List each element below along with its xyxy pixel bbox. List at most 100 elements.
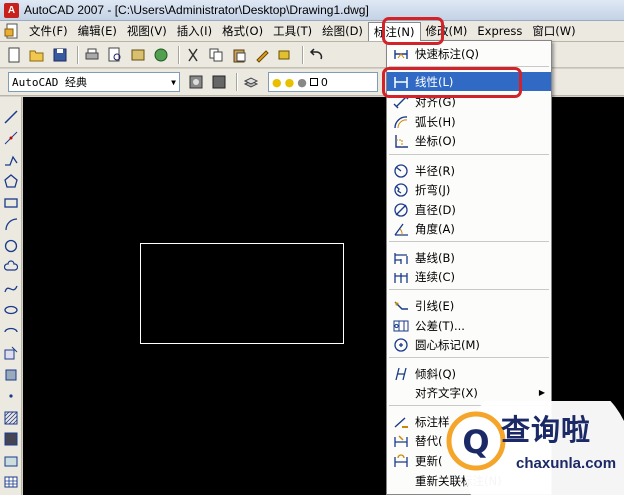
menu-item-jogged[interactable]: 折弯(J) xyxy=(387,180,551,199)
autocad-logo-icon: A xyxy=(4,2,19,18)
document-icon[interactable] xyxy=(4,23,20,39)
menu-window[interactable]: 窗口(W) xyxy=(527,21,580,41)
arc-length-icon xyxy=(392,114,410,130)
menu-item-quick-dimension[interactable]: 快速标注(Q) xyxy=(387,44,551,63)
aligned-dim-icon xyxy=(392,94,410,110)
region-icon[interactable] xyxy=(2,451,20,470)
menu-bar: 文件(F) 编辑(E) 视图(V) 插入(I) 格式(O) 工具(T) 绘图(D… xyxy=(0,21,624,42)
menu-separator xyxy=(389,357,549,358)
save-icon[interactable] xyxy=(50,45,70,65)
menu-modify[interactable]: 修改(M) xyxy=(421,21,473,41)
leader-icon xyxy=(392,298,410,314)
color-swatch-icon xyxy=(309,78,318,86)
continue-icon xyxy=(392,269,410,285)
preview-icon[interactable] xyxy=(105,45,125,65)
menu-item-align-text[interactable]: 对齐文字(X) ▶ xyxy=(387,383,551,402)
menu-item-aligned[interactable]: 对齐(G) xyxy=(387,92,551,111)
tolerance-icon xyxy=(392,318,410,334)
menu-separator xyxy=(389,289,549,290)
drawn-rectangle[interactable] xyxy=(140,243,344,344)
insert-block-icon[interactable] xyxy=(2,344,20,363)
menu-item-linear[interactable]: 线性(L) xyxy=(387,72,551,91)
toolbar-separator xyxy=(178,45,179,64)
ellipse-arc-icon[interactable] xyxy=(2,322,20,341)
menu-item-oblique[interactable]: 倾斜(Q) xyxy=(387,364,551,383)
line-icon[interactable] xyxy=(2,107,20,126)
menu-item-radius[interactable]: 半径(R) xyxy=(387,161,551,180)
menu-express[interactable]: Express xyxy=(472,22,527,40)
sun-icon: ● xyxy=(284,75,295,89)
layer-manager-icon[interactable] xyxy=(241,72,261,92)
match-properties-icon[interactable] xyxy=(252,45,272,65)
menu-item-angular[interactable]: 角度(A) xyxy=(387,219,551,238)
menu-dimension[interactable]: 标注(N) xyxy=(367,21,421,41)
point-icon[interactable] xyxy=(2,387,20,406)
menu-draw[interactable]: 绘图(D) xyxy=(317,21,368,41)
draw-toolbar xyxy=(0,97,22,495)
revision-cloud-icon[interactable] xyxy=(2,258,20,277)
workspace-settings-icon[interactable] xyxy=(186,72,206,92)
arc-icon[interactable] xyxy=(2,215,20,234)
new-file-icon[interactable] xyxy=(4,45,24,65)
workspace-save-icon[interactable] xyxy=(209,72,229,92)
linear-dim-icon xyxy=(392,74,410,90)
menu-separator xyxy=(389,66,549,67)
quick-dim-icon xyxy=(392,46,410,62)
block-editor-icon[interactable] xyxy=(275,45,295,65)
menu-item-ordinate[interactable]: 坐标(O) xyxy=(387,131,551,150)
polyline-icon[interactable] xyxy=(2,150,20,169)
print-icon[interactable] xyxy=(82,45,102,65)
oblique-icon xyxy=(392,366,410,382)
ellipse-icon[interactable] xyxy=(2,301,20,320)
menu-insert[interactable]: 插入(I) xyxy=(172,21,217,41)
menu-separator xyxy=(389,154,549,155)
baseline-icon xyxy=(392,250,410,266)
title-bar: A AutoCAD 2007 - [C:\Users\Administrator… xyxy=(0,0,624,21)
watermark: Q 查询啦 chaxunla.com xyxy=(446,401,624,495)
menu-view[interactable]: 视图(V) xyxy=(122,21,172,41)
menu-tools[interactable]: 工具(T) xyxy=(268,21,317,41)
menu-item-baseline[interactable]: 基线(B) xyxy=(387,248,551,267)
publish-icon[interactable] xyxy=(128,45,148,65)
center-mark-icon xyxy=(392,337,410,353)
menu-separator xyxy=(389,241,549,242)
polygon-icon[interactable] xyxy=(2,172,20,191)
jogged-icon xyxy=(392,182,410,198)
angular-icon xyxy=(392,221,410,237)
hatch-icon[interactable] xyxy=(2,408,20,427)
update-icon xyxy=(392,453,410,469)
watermark-text: 查询啦 xyxy=(501,413,592,447)
menu-item-arc-length[interactable]: 弧长(H) xyxy=(387,112,551,131)
workspace-value: AutoCAD 经典 xyxy=(12,76,87,89)
menu-file[interactable]: 文件(F) xyxy=(24,21,73,41)
menu-item-leader[interactable]: 引线(E) xyxy=(387,296,551,315)
paste-icon[interactable] xyxy=(229,45,249,65)
menu-item-tolerance[interactable]: 公差(T)... xyxy=(387,316,551,335)
table-icon[interactable] xyxy=(2,473,20,492)
circle-icon[interactable] xyxy=(2,236,20,255)
radius-icon xyxy=(392,163,410,179)
copy-icon[interactable] xyxy=(206,45,226,65)
workspace-select[interactable]: AutoCAD 经典 ▼ xyxy=(8,72,180,92)
rectangle-icon[interactable] xyxy=(2,193,20,212)
override-icon xyxy=(392,433,410,449)
cut-icon[interactable] xyxy=(183,45,203,65)
menu-item-diameter[interactable]: 直径(D) xyxy=(387,200,551,219)
undo-icon[interactable] xyxy=(307,45,327,65)
make-block-icon[interactable] xyxy=(2,365,20,384)
layer-value: 0 xyxy=(320,75,328,89)
menu-edit[interactable]: 编辑(E) xyxy=(73,21,122,41)
ordinate-icon xyxy=(392,133,410,149)
window-title: AutoCAD 2007 - [C:\Users\Administrator\D… xyxy=(24,3,369,17)
menu-format[interactable]: 格式(O) xyxy=(217,21,268,41)
open-folder-icon[interactable] xyxy=(27,45,47,65)
construction-line-icon[interactable] xyxy=(2,129,20,148)
menu-item-center-mark[interactable]: 圆心标记(M) xyxy=(387,335,551,354)
spline-icon[interactable] xyxy=(2,279,20,298)
gradient-icon[interactable] xyxy=(2,430,20,449)
layer-select[interactable]: ● ● ● 0 xyxy=(268,72,378,92)
toolbar-separator xyxy=(236,73,237,91)
svg-text:Q: Q xyxy=(462,423,489,461)
menu-item-continue[interactable]: 连续(C) xyxy=(387,267,551,286)
globe-icon[interactable] xyxy=(151,45,171,65)
